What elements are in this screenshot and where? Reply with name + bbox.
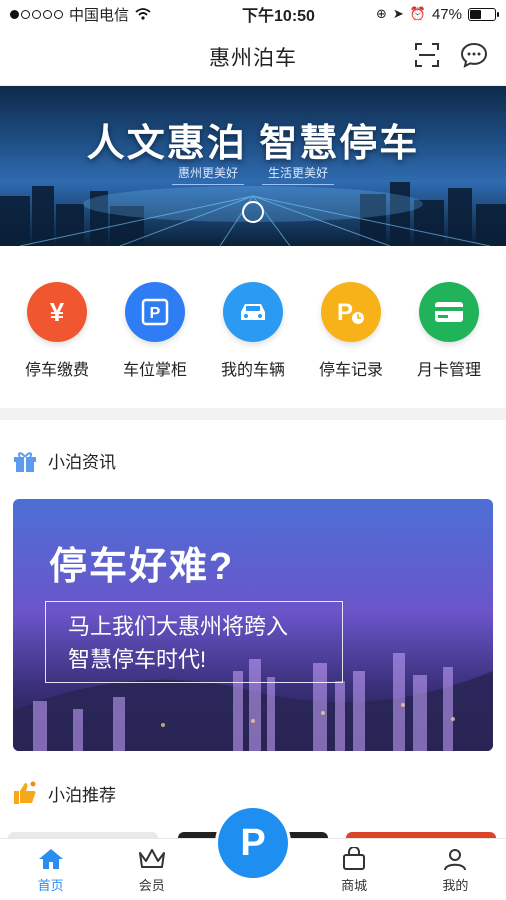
battery-percent: 47% <box>431 5 462 23</box>
news-section-header: 小泊资讯 <box>12 448 116 473</box>
section-divider <box>0 408 506 420</box>
quick-action-label: 我的车辆 <box>220 362 285 379</box>
car-icon <box>223 282 283 342</box>
news-card-line2: 智慧停车时代! <box>68 647 207 672</box>
tab-home-label: 首页 <box>37 878 64 893</box>
news-card-line1: 马上我们大惠州将跨入 <box>68 614 289 639</box>
signal-icon <box>10 9 63 19</box>
status-time: 下午10:50 <box>242 8 315 25</box>
banner-subtitle: 惠州更美好 生活更美好 <box>0 164 506 185</box>
quick-action-label: 月卡管理 <box>416 362 481 379</box>
hero-banner[interactable]: 人文惠泊 智慧停车 惠州更美好 生活更美好 <box>0 86 506 246</box>
news-card[interactable]: 停车好难? 马上我们大惠州将跨入 智慧停车时代! <box>13 499 493 751</box>
battery-icon <box>467 7 499 21</box>
scan-icon[interactable] <box>414 42 440 68</box>
tab-mine[interactable]: 我的 <box>415 847 495 894</box>
banner-headline: 人文惠泊 智慧停车 <box>86 123 420 165</box>
banner-sub-right: 生活更美好 <box>262 164 335 185</box>
page-title: 惠州泊车 <box>209 46 297 70</box>
quick-action-space-owner[interactable]: P 车位掌柜 <box>110 282 200 380</box>
banner-sub-left: 惠州更美好 <box>171 164 244 185</box>
alarm-icon: ⏰ <box>409 6 426 21</box>
tab-member-label: 会员 <box>138 878 165 893</box>
status-right: ⊕ ➤ ⏰ 47% <box>375 5 499 23</box>
news-card-caption: 马上我们大惠州将跨入 智慧停车时代! <box>45 601 343 683</box>
location-icon: ➤ <box>392 6 404 21</box>
gift-icon <box>14 451 36 472</box>
quick-action-my-vehicle[interactable]: 我的车辆 <box>208 282 298 380</box>
quick-action-pay[interactable]: ¥ 停车缴费 <box>12 282 102 380</box>
news-section-title: 小泊资讯 <box>48 453 116 472</box>
recommend-section-header: 小泊推荐 <box>12 780 116 806</box>
center-parking-button[interactable]: P <box>215 805 291 881</box>
quick-action-label: 车位掌柜 <box>122 362 187 379</box>
user-icon <box>444 849 467 871</box>
bag-icon <box>343 847 366 870</box>
status-left: 中国电信 <box>10 4 151 25</box>
quick-action-records[interactable]: P 停车记录 <box>306 282 396 380</box>
yen-icon: ¥ <box>27 282 87 342</box>
nav-bar: 惠州泊车 <box>0 28 506 86</box>
wifi-icon <box>135 8 151 20</box>
recommend-section-title: 小泊推荐 <box>48 785 116 805</box>
tab-mall[interactable]: 商城 <box>314 847 394 894</box>
quick-action-label: 停车记录 <box>318 362 383 379</box>
svg-text:P: P <box>337 299 353 326</box>
carrier-label: 中国电信 <box>69 6 130 24</box>
status-bar: 中国电信 下午10:50 ⊕ ➤ ⏰ 47% <box>0 0 506 28</box>
quick-actions: ¥ 停车缴费 P 车位掌柜 我的车辆 P 停车记录 月卡管理 <box>0 246 506 408</box>
tab-home[interactable]: 首页 <box>11 847 91 894</box>
parking-clock-icon: P <box>321 282 381 342</box>
quick-action-monthly-card[interactable]: 月卡管理 <box>404 282 494 380</box>
home-icon <box>38 849 63 869</box>
thumbs-up-icon <box>14 781 36 804</box>
card-icon <box>419 282 479 342</box>
news-card-headline: 停车好难? <box>49 546 235 588</box>
tab-mall-label: 商城 <box>341 878 368 893</box>
parking-p-icon: P <box>218 808 288 878</box>
chat-bubble-icon[interactable] <box>460 42 488 68</box>
tab-member[interactable]: 会员 <box>112 847 192 894</box>
svg-text:P: P <box>150 305 161 322</box>
parking-tag-icon: P <box>125 282 185 342</box>
quick-action-label: 停车缴费 <box>24 362 89 379</box>
crown-icon <box>138 849 165 868</box>
lock-rotation-icon: ⊕ <box>375 6 387 21</box>
tab-mine-label: 我的 <box>442 878 469 893</box>
